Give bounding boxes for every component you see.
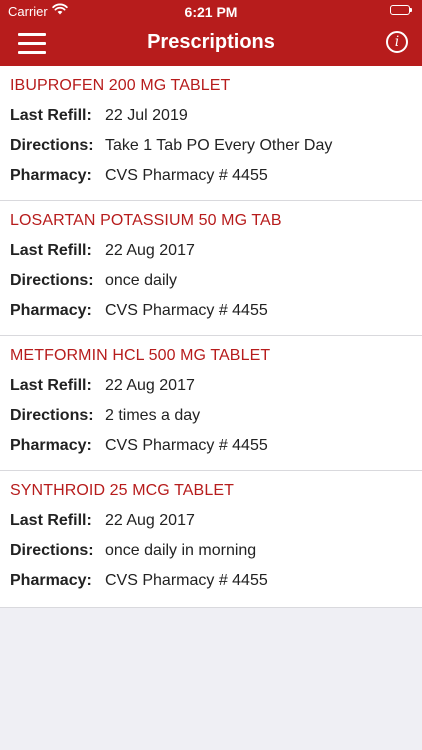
status-time: 6:21 PM [184,4,238,20]
last-refill-row: Last Refill: 22 Aug 2017 [10,377,195,395]
pharmacy-label: Pharmacy: [10,572,92,589]
directions-row: Directions: once daily in morning [10,542,256,560]
directions-value: Take 1 Tab PO Every Other Day [105,137,333,154]
info-icon: i [394,34,400,50]
drug-name: SYNTHROID 25 MCG TABLET [10,482,234,499]
pharmacy-value: CVS Pharmacy # 4455 [105,302,268,319]
last-refill-value: 22 Jul 2019 [105,107,188,124]
pharmacy-row: Pharmacy: CVS Pharmacy # 4455 [10,437,268,455]
pharmacy-label: Pharmacy: [10,167,92,184]
directions-value: 2 times a day [105,407,201,424]
last-refill-label: Last Refill: [10,107,92,124]
last-refill-value: 22 Aug 2017 [105,377,195,394]
directions-label: Directions: [10,407,94,424]
prescription-item-synthroid[interactable]: SYNTHROID 25 MCG TABLET Last Refill: 22 A… [0,471,422,608]
directions-label: Directions: [10,272,94,289]
directions-row: Directions: once daily [10,272,177,290]
drug-name: METFORMIN HCL 500 MG TABLET [10,347,271,364]
directions-label: Directions: [10,542,94,559]
pharmacy-row: Pharmacy: CVS Pharmacy # 4455 [10,302,268,320]
pharmacy-row: Pharmacy: CVS Pharmacy # 4455 [10,572,268,590]
directions-label: Directions: [10,137,94,154]
pharmacy-value: CVS Pharmacy # 4455 [105,167,268,184]
last-refill-label: Last Refill: [10,512,92,529]
info-button[interactable]: i [386,31,408,53]
directions-value: once daily in morning [105,542,257,559]
last-refill-row: Last Refill: 22 Aug 2017 [10,242,195,260]
drug-name: IBUPROFEN 200 MG TABLET [10,77,231,94]
drug-name: LOSARTAN POTASSIUM 50 MG TAB [10,212,282,229]
prescription-item-ibuprofen[interactable]: IBUPROFEN 200 MG TABLET Last Refill: 22 J… [0,66,422,201]
pharmacy-row: Pharmacy: CVS Pharmacy # 4455 [10,167,268,185]
battery-icon [390,5,412,15]
directions-row: Directions: Take 1 Tab PO Every Other Day [10,137,332,155]
prescription-list: IBUPROFEN 200 MG TABLET Last Refill: 22 J… [0,66,422,608]
pharmacy-label: Pharmacy: [10,302,92,319]
directions-row: Directions: 2 times a day [10,407,200,425]
navigation-bar: Prescriptions i [0,22,422,66]
last-refill-value: 22 Aug 2017 [105,242,195,259]
pharmacy-value: CVS Pharmacy # 4455 [105,572,268,589]
last-refill-label: Last Refill: [10,242,92,259]
pharmacy-value: CVS Pharmacy # 4455 [105,437,268,454]
prescription-item-losartan[interactable]: LOSARTAN POTASSIUM 50 MG TAB Last Refill… [0,201,422,336]
prescription-item-metformin[interactable]: METFORMIN HCL 500 MG TABLET Last Refill:… [0,336,422,471]
page-title: Prescriptions [147,31,275,53]
last-refill-row: Last Refill: 22 Jul 2019 [10,107,188,125]
last-refill-row: Last Refill: 22 Aug 2017 [10,512,195,530]
status-bar: Carrier 6:21 PM [0,0,422,22]
app-header: Carrier 6:21 PM Prescriptions i [0,0,422,66]
directions-value: once daily [105,272,178,289]
last-refill-label: Last Refill: [10,377,92,394]
last-refill-value: 22 Aug 2017 [105,512,195,529]
pharmacy-label: Pharmacy: [10,437,92,454]
